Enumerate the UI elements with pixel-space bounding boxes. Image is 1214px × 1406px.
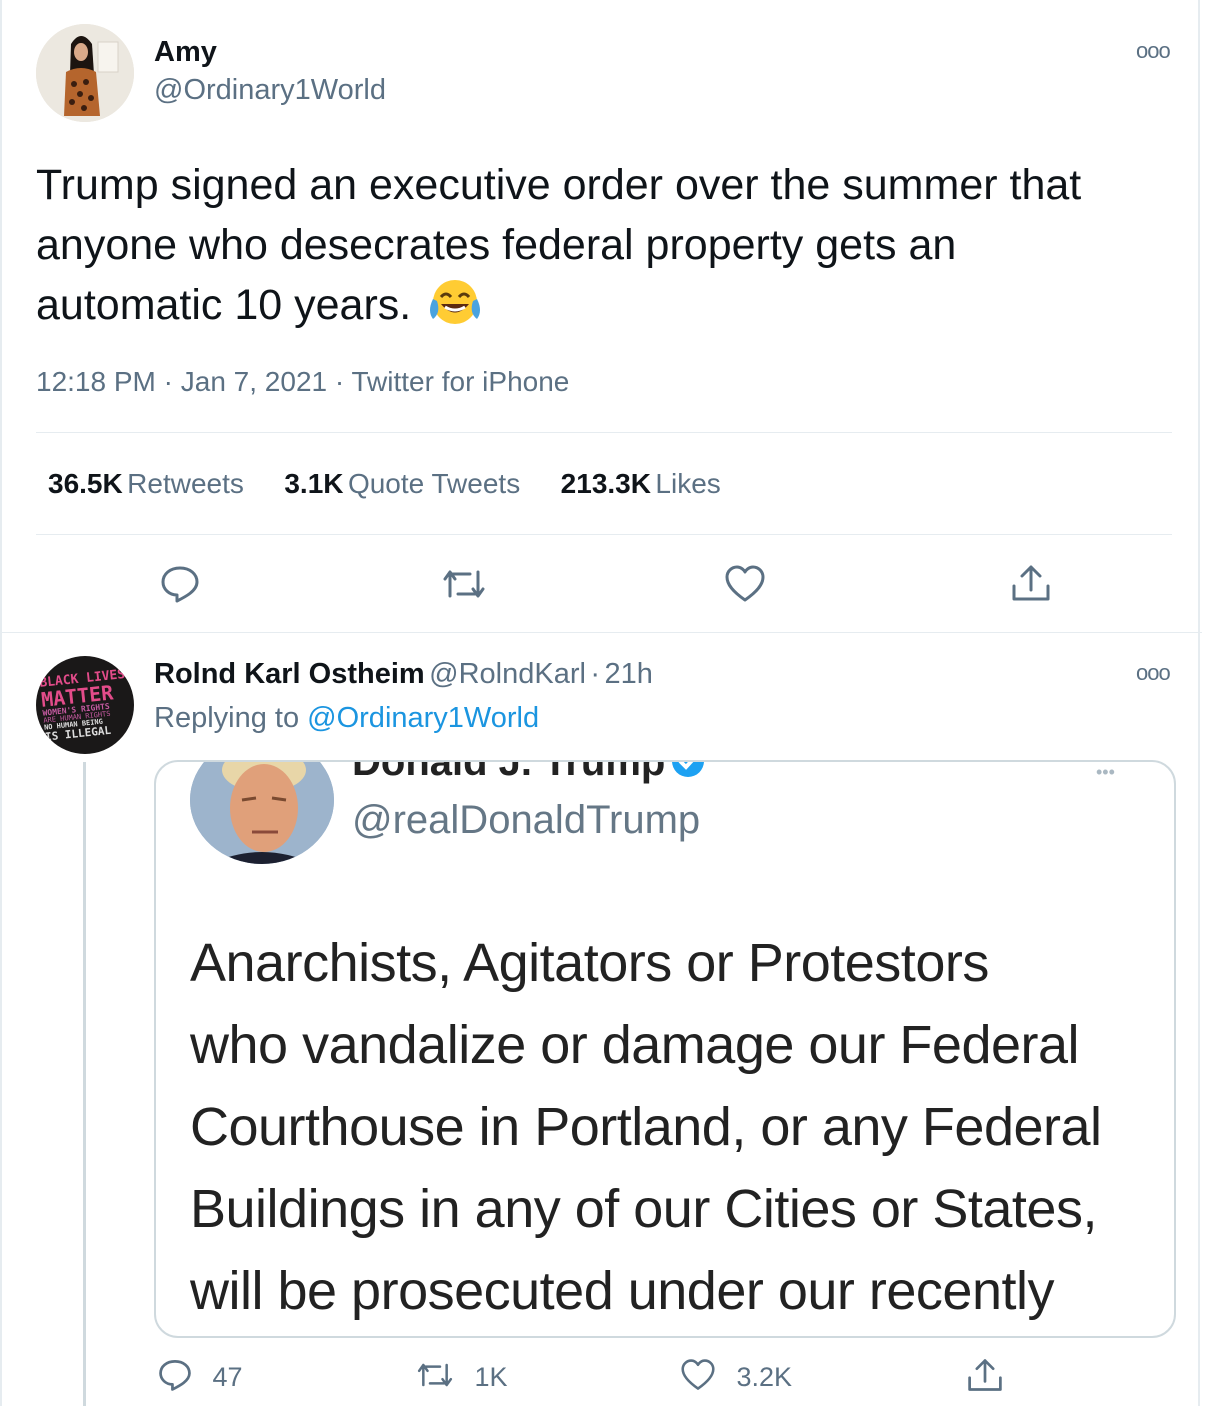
more-options-icon[interactable]: ooo	[1136, 38, 1171, 64]
embedded-tweet-text: Anarchists, Agitators or Protestors who …	[190, 922, 1170, 1332]
author-handle[interactable]: @Ordinary1World	[154, 74, 386, 107]
quote-tweets-stat[interactable]: 3.1K Quote Tweets	[284, 468, 524, 499]
tears-of-joy-emoji-icon	[427, 277, 483, 343]
embedded-text-line: Anarchists, Agitators or Protestors	[190, 933, 989, 993]
reply-age[interactable]: 21h	[605, 658, 653, 690]
embedded-avatar	[190, 762, 334, 864]
retweets-stat[interactable]: 36.5K Retweets	[48, 468, 248, 499]
embedded-text-line: who vandalize or damage our Federal	[190, 1015, 1080, 1075]
tweet-text: Trump signed an executive order over the…	[36, 155, 1146, 343]
embedded-text-line: will be prosecuted under our recently	[190, 1261, 1054, 1321]
retweet-icon[interactable]	[442, 566, 486, 602]
like-icon	[680, 1358, 716, 1397]
likes-stat[interactable]: 213.3K Likes	[561, 468, 721, 499]
likes-label: Likes	[655, 468, 721, 499]
embedded-more-icon: •••	[1096, 762, 1115, 782]
verified-badge-icon	[670, 762, 706, 784]
like-count: 3.2K	[736, 1362, 792, 1392]
share-icon[interactable]	[966, 1356, 1004, 1399]
tweet-text-body: Trump signed an executive order over the…	[36, 161, 1082, 329]
meta-separator: ·	[163, 366, 173, 397]
tweet-meta: 12:18 PM · Jan 7, 2021 · Twitter for iPh…	[36, 366, 569, 398]
like-icon[interactable]	[724, 564, 766, 604]
tweet-date[interactable]: Jan 7, 2021	[181, 366, 327, 397]
meta-separator: ·	[334, 366, 345, 397]
reply-icon	[158, 1358, 192, 1397]
tweet-stats: 36.5K Retweets 3.1K Quote Tweets 213.3K …	[48, 468, 721, 500]
embedded-handle: @realDonaldTrump	[352, 798, 701, 842]
thread-line	[83, 762, 86, 1406]
retweet-count: 1K	[474, 1362, 508, 1392]
embedded-text-line: Buildings in any of our Cities or States…	[190, 1179, 1097, 1239]
embedded-text-line: Courthouse in Portland, or any Federal	[190, 1097, 1102, 1157]
header-separator: ·	[590, 658, 601, 690]
retweet-action[interactable]: 1K	[416, 1360, 507, 1395]
timeline-frame: Amy @Ordinary1World ooo Trump signed an …	[0, 0, 1202, 1406]
divider	[36, 534, 1172, 535]
replying-to: Replying to @Ordinary1World	[154, 702, 539, 735]
reply-icon[interactable]	[160, 564, 200, 604]
embedded-name-row: Donald J. Trump	[352, 760, 706, 785]
tweet-source[interactable]: Twitter for iPhone	[351, 366, 569, 397]
replying-to-handle[interactable]: @Ordinary1World	[307, 702, 539, 734]
retweet-icon	[416, 1360, 454, 1395]
like-action[interactable]: 3.2K	[680, 1358, 792, 1397]
author-avatar[interactable]	[36, 24, 134, 122]
embedded-name: Donald J. Trump	[352, 760, 666, 784]
replying-to-prefix: Replying to	[154, 702, 300, 734]
divider	[36, 432, 1172, 433]
quote-tweets-label: Quote Tweets	[347, 468, 521, 499]
reply-author-name[interactable]: Rolnd Karl Ostheim	[154, 658, 425, 690]
reply-author-avatar[interactable]: BLACK LIVES MATTER WOMEN'S RIGHTS ARE HU…	[36, 656, 134, 754]
reply-more-options-icon[interactable]: ooo	[1136, 660, 1171, 686]
reply-author-handle[interactable]: @RolndKarl	[429, 658, 586, 690]
tweet-divider	[2, 632, 1202, 633]
attached-screenshot-image[interactable]: Donald J. Trump ••• @realDonaldTrump Ana…	[154, 760, 1176, 1338]
quote-tweets-count: 3.1K	[284, 468, 344, 499]
reply-header: Rolnd Karl Ostheim @RolndKarl · 21h	[154, 658, 653, 691]
reply-action[interactable]: 47	[158, 1358, 243, 1397]
author-name[interactable]: Amy	[154, 36, 217, 69]
tweet-time[interactable]: 12:18 PM	[36, 366, 156, 397]
likes-count: 213.3K	[560, 468, 651, 499]
retweets-label: Retweets	[127, 468, 244, 499]
share-icon[interactable]	[1010, 562, 1052, 604]
retweets-count: 36.5K	[48, 468, 123, 499]
reply-count: 47	[212, 1362, 243, 1392]
